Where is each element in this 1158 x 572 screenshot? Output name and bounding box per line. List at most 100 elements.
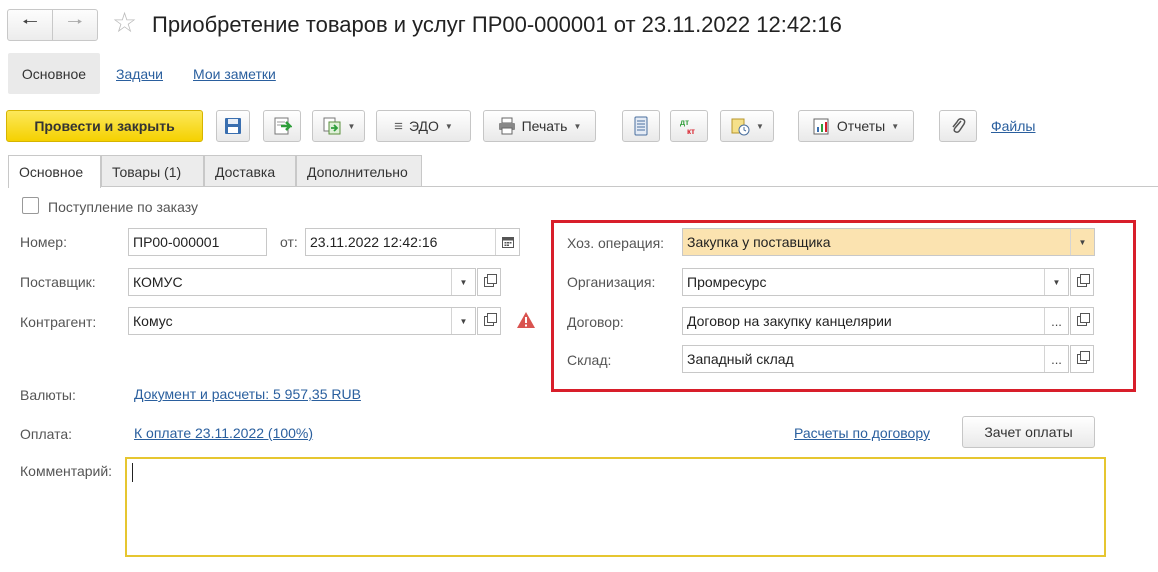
paperclip-icon	[952, 118, 966, 133]
open-window-icon	[1077, 351, 1090, 364]
tab-divider	[100, 186, 1158, 187]
svg-text:дт: дт	[680, 118, 689, 127]
counterparty-field[interactable]: Комус ▼	[128, 307, 476, 335]
operation-value: Закупка у поставщика	[687, 234, 831, 250]
tab-delivery[interactable]: Доставка	[204, 155, 296, 187]
organization-open-button[interactable]	[1070, 268, 1094, 296]
comment-textarea[interactable]	[125, 457, 1106, 557]
supplier-field[interactable]: КОМУС ▼	[128, 268, 476, 296]
chevron-down-icon: ▼	[1078, 237, 1087, 247]
supplier-label: Поставщик:	[20, 274, 96, 290]
contract-select-button[interactable]: ...	[1044, 308, 1068, 334]
calendar-button[interactable]	[495, 229, 519, 255]
edo-button[interactable]: ≡ ЭДО ▼	[376, 110, 471, 142]
related-documents-icon	[731, 118, 750, 136]
post-and-close-button[interactable]: Провести и закрыть	[6, 110, 203, 142]
svg-text:кт: кт	[687, 127, 695, 136]
arrow-left-icon: 🠐	[22, 12, 38, 32]
warehouse-open-button[interactable]	[1070, 345, 1094, 373]
organization-value: Промресурс	[687, 274, 767, 290]
chevron-down-icon: ▼	[1052, 277, 1061, 287]
currency-link[interactable]: Документ и расчеты: 5 957,35 RUB	[134, 386, 361, 402]
section-tab-notes[interactable]: Мои заметки	[193, 64, 276, 84]
contract-field[interactable]: Договор на закупку канцелярии ...	[682, 307, 1069, 335]
counterparty-open-button[interactable]	[477, 307, 501, 335]
payment-offset-button[interactable]: Зачет оплаты	[962, 416, 1095, 448]
chevron-down-icon: ▼	[573, 121, 582, 131]
debit-credit-button[interactable]: дт кт	[670, 110, 708, 142]
edo-label: ЭДО	[408, 118, 439, 134]
payment-label: Оплата:	[20, 426, 73, 442]
open-window-icon	[1077, 313, 1090, 326]
chevron-down-icon: ▼	[756, 121, 764, 131]
save-button[interactable]	[216, 110, 250, 142]
attach-file-button[interactable]	[939, 110, 977, 142]
contract-value: Договор на закупку канцелярии	[687, 313, 892, 329]
contract-settlements-link[interactable]: Расчеты по договору	[794, 425, 930, 441]
warning-icon[interactable]	[516, 311, 536, 329]
warehouse-label: Склад:	[567, 352, 612, 368]
organization-field[interactable]: Промресурс ▼	[682, 268, 1069, 296]
counterparty-dropdown-button[interactable]: ▼	[451, 308, 475, 334]
page-title: Приобретение товаров и услуг ПР00-000001…	[152, 12, 842, 37]
counterparty-value: Комус	[133, 313, 173, 329]
star-icon[interactable]: ☆	[112, 8, 137, 38]
by-order-checkbox[interactable]	[22, 197, 39, 214]
tab-additional[interactable]: Дополнительно	[296, 155, 422, 187]
reports-button[interactable]: Отчеты ▼	[798, 110, 914, 142]
number-field[interactable]: ПР00-000001	[128, 228, 267, 256]
payment-link[interactable]: К оплате 23.11.2022 (100%)	[134, 425, 313, 441]
open-window-icon	[484, 313, 497, 326]
tab-goods[interactable]: Товары (1)	[101, 155, 204, 187]
counterparty-label: Контрагент:	[20, 314, 97, 330]
by-order-label: Поступление по заказу	[48, 199, 198, 215]
chevron-down-icon: ▼	[459, 316, 468, 326]
section-tab-tasks[interactable]: Задачи	[116, 64, 163, 84]
create-based-on-button[interactable]: ▼	[312, 110, 365, 142]
arrow-right-icon: 🠒	[67, 12, 83, 32]
ellipsis-icon: ...	[1051, 351, 1062, 367]
date-value: 23.11.2022 12:42:16	[310, 234, 438, 250]
journal-button[interactable]	[622, 110, 660, 142]
save-icon	[225, 118, 241, 134]
operation-field[interactable]: Закупка у поставщика ▼	[682, 228, 1095, 256]
chevron-down-icon: ▼	[444, 121, 453, 131]
comment-label: Комментарий:	[20, 463, 113, 479]
supplier-open-button[interactable]	[477, 268, 501, 296]
files-link[interactable]: Файлы	[991, 118, 1035, 134]
contract-open-button[interactable]	[1070, 307, 1094, 335]
chevron-down-icon: ▼	[459, 277, 468, 287]
organization-label: Организация:	[567, 274, 656, 290]
form-tabs: Основное Товары (1) Доставка Дополнитель…	[8, 155, 422, 188]
related-documents-button[interactable]: ▼	[720, 110, 774, 142]
create-based-on-icon	[323, 117, 341, 135]
currency-label: Валюты:	[20, 387, 76, 403]
date-field[interactable]: 23.11.2022 12:42:16	[305, 228, 520, 256]
section-tab-main[interactable]: Основное	[8, 53, 100, 94]
organization-dropdown-button[interactable]: ▼	[1044, 269, 1068, 295]
report-icon	[813, 118, 829, 135]
debit-credit-icon: дт кт	[680, 118, 695, 136]
contract-label: Договор:	[567, 314, 624, 330]
forward-button[interactable]: 🠒	[53, 10, 97, 40]
warehouse-value: Западный склад	[687, 351, 794, 367]
post-button[interactable]	[263, 110, 301, 142]
back-button[interactable]: 🠐	[8, 10, 53, 40]
reports-label: Отчеты	[836, 118, 886, 134]
number-label: Номер:	[20, 234, 67, 250]
ellipsis-icon: ...	[1051, 313, 1062, 329]
open-window-icon	[1077, 274, 1090, 287]
printer-icon	[498, 117, 515, 135]
print-button[interactable]: Печать ▼	[483, 110, 596, 142]
tab-main[interactable]: Основное	[8, 155, 101, 188]
operation-dropdown-button[interactable]: ▼	[1070, 229, 1094, 255]
supplier-dropdown-button[interactable]: ▼	[451, 269, 475, 295]
warehouse-select-button[interactable]: ...	[1044, 346, 1068, 372]
date-label: от:	[280, 234, 298, 250]
post-document-icon	[274, 117, 292, 135]
calendar-icon	[501, 237, 514, 248]
warehouse-field[interactable]: Западный склад ...	[682, 345, 1069, 373]
operation-label: Хоз. операция:	[567, 235, 665, 251]
edo-icon: ≡	[394, 117, 403, 135]
chevron-down-icon: ▼	[891, 121, 900, 131]
